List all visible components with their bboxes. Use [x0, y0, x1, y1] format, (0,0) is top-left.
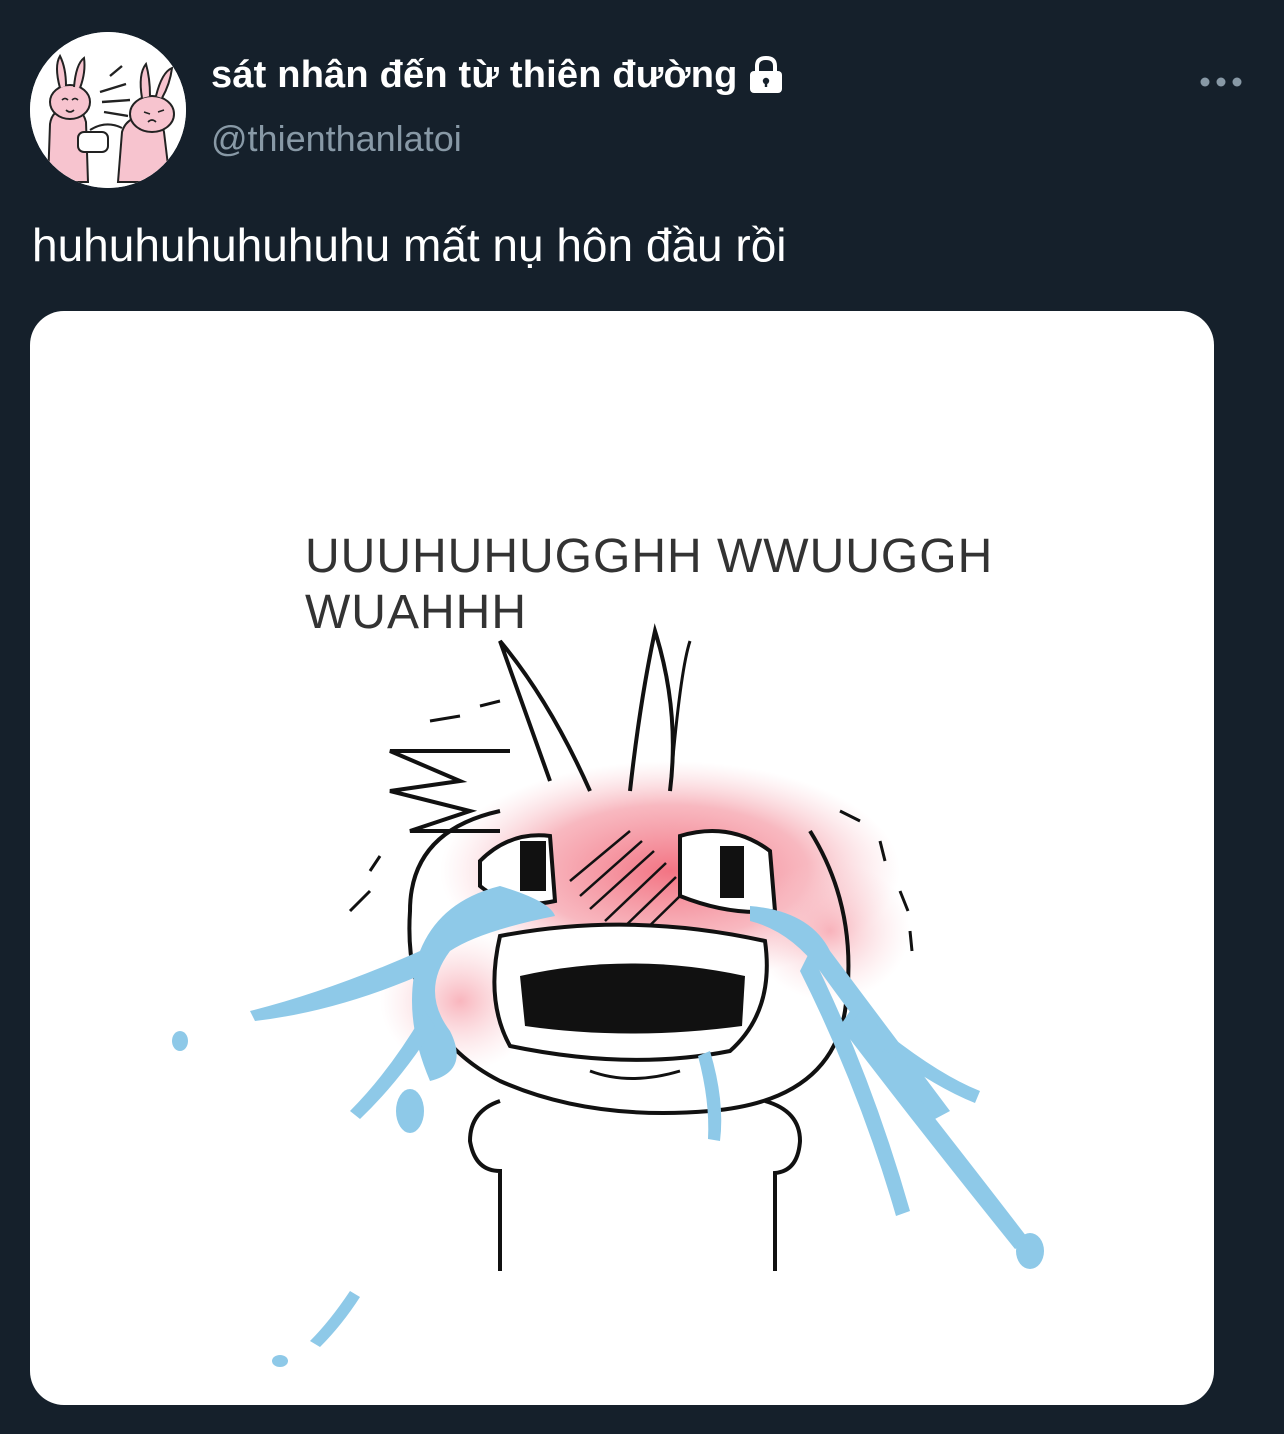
avatar[interactable] [30, 32, 186, 188]
tweet-container: sát nhân đến từ thiên đường @thienthanla… [0, 0, 1284, 1434]
display-name-row: sát nhân đến từ thiên đường [211, 50, 788, 100]
tweet-media[interactable]: UUUHUHUGGHH WWUUGGH WUAHHH [30, 311, 1214, 1405]
meme-caption: UUUHUHUGGHH WWUUGGH WUAHHH [305, 529, 1065, 641]
meme-caption-line1: UUUHUHUGGHH WWUUGGH [305, 530, 994, 583]
bunny-avatar-icon [30, 32, 186, 188]
crying-bunny-illustration [172, 623, 1044, 1367]
lock-icon [744, 53, 788, 97]
display-name[interactable]: sát nhân đến từ thiên đường [211, 54, 738, 97]
more-horizontal-icon[interactable] [1195, 62, 1247, 102]
meme-caption-line2: WUAHHH [305, 586, 527, 639]
user-handle[interactable]: @thienthanlatoi [211, 118, 462, 160]
tweet-text: huhuhuhuhuhuhu mất nụ hôn đầu rồi [32, 219, 787, 271]
